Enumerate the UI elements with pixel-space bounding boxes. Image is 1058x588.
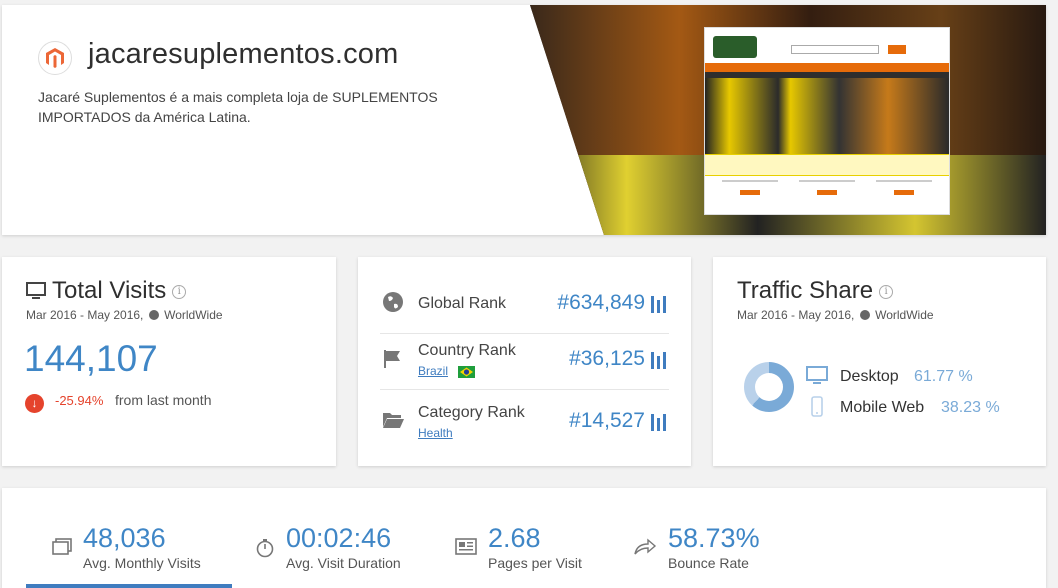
rank-chart-icon[interactable]	[651, 352, 667, 369]
metric-label: Bounce Rate	[668, 555, 749, 571]
site-header: jacaresuplementos.com Jacaré Suplementos…	[2, 5, 1046, 235]
desktop-icon	[806, 366, 828, 391]
info-icon[interactable]: i	[879, 284, 894, 299]
rank-label: Country Rank	[418, 342, 516, 359]
website-screenshot[interactable]	[704, 27, 950, 215]
metric-value: 48,036	[83, 523, 166, 553]
mobile-label: Mobile Web	[840, 399, 925, 416]
globe-icon	[148, 310, 159, 320]
country-link[interactable]: Brazil	[418, 364, 448, 378]
avg-monthly-visits: 48,036 Avg. Monthly Visits	[83, 523, 201, 571]
rank-chart-icon[interactable]	[651, 296, 667, 313]
country-rank-row: Country Rank Brazil #36,125	[358, 333, 691, 389]
metric-label: Pages per Visit	[488, 555, 582, 571]
metric-value: 00:02:46	[286, 523, 392, 553]
traffic-share-card: Traffic Share i Mar 2016 - May 2016, Worl…	[713, 257, 1046, 466]
metric-value: 58.73%	[668, 523, 760, 553]
arrow-down-icon: ↓	[25, 394, 44, 413]
globe-icon	[382, 291, 404, 318]
avg-visit-duration: 00:02:46 Avg. Visit Duration	[286, 523, 401, 571]
desktop-icon	[26, 282, 46, 305]
change-percent: -25.94%	[55, 393, 104, 408]
traffic-share-donut	[744, 362, 794, 412]
ranks-card: Global Rank #634,849 Country Rank Brazil…	[358, 257, 691, 466]
mobile-share: 38.23 %	[941, 399, 1000, 416]
pages-icon	[455, 538, 477, 561]
stopwatch-icon	[255, 538, 275, 563]
total-visits-value: 144,107	[24, 338, 158, 379]
info-icon[interactable]: i	[172, 284, 187, 299]
date-range: Mar 2016 - May 2016, WorldWide	[26, 308, 223, 322]
brazil-flag-icon	[458, 365, 475, 383]
rank-value: #634,849	[557, 291, 645, 314]
folder-icon	[382, 411, 404, 434]
rank-value: #36,125	[569, 347, 645, 370]
category-rank-row: Category Rank Health #14,527	[358, 389, 691, 445]
mobile-icon	[811, 396, 823, 422]
monitor-stack-icon	[52, 538, 72, 561]
flag-icon	[382, 349, 402, 374]
rank-label: Category Rank	[418, 404, 525, 421]
site-preview-hero	[530, 5, 1046, 235]
desktop-label: Desktop	[840, 368, 899, 385]
global-rank-row: Global Rank #634,849	[358, 277, 691, 333]
engagement-card: 48,036 Avg. Monthly Visits 00:02:46 Avg.…	[2, 488, 1046, 588]
rank-label: Global Rank	[418, 295, 507, 312]
desktop-share: 61.77 %	[914, 368, 973, 385]
magento-icon	[38, 41, 72, 75]
metric-label: Avg. Monthly Visits	[83, 555, 201, 571]
globe-icon	[859, 310, 870, 320]
site-domain: jacaresuplementos.com	[88, 38, 399, 70]
pages-per-visit: 2.68 Pages per Visit	[488, 523, 582, 571]
total-visits-title: Total Visits i	[52, 277, 187, 305]
site-description: Jacaré Suplementos é a mais completa loj…	[38, 89, 438, 125]
metric-value: 2.68	[488, 523, 541, 553]
bounce-rate: 58.73% Bounce Rate	[668, 523, 760, 571]
bounce-arrow-icon	[633, 538, 657, 561]
metric-label: Avg. Visit Duration	[286, 555, 401, 571]
rank-value: #14,527	[569, 409, 645, 432]
date-range: Mar 2016 - May 2016, WorldWide	[737, 308, 934, 322]
category-link[interactable]: Health	[418, 426, 453, 440]
traffic-share-title: Traffic Share i	[737, 277, 894, 305]
change-label: from last month	[115, 392, 212, 408]
rank-chart-icon[interactable]	[651, 414, 667, 431]
